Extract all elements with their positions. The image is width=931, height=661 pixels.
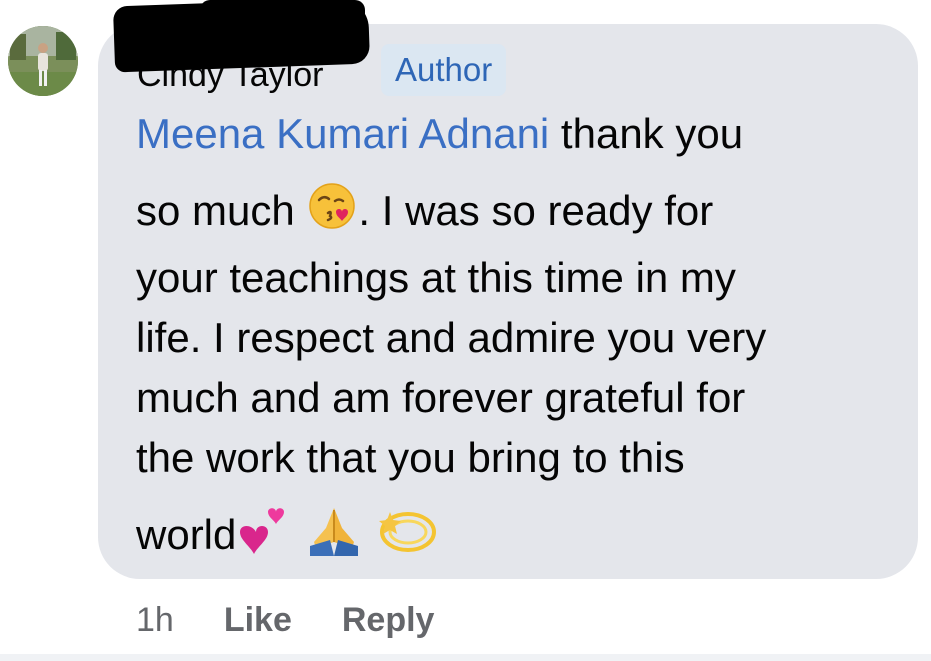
mention-link[interactable]: Meena Kumari Adnani: [136, 110, 549, 157]
folded-hands-icon: [304, 502, 364, 574]
author-badge: Author: [381, 44, 507, 96]
dizzy-star-icon: [376, 502, 438, 574]
comment-text-segment: world: [136, 511, 237, 559]
redaction-mark-top: [200, 0, 365, 30]
comment-line-2: so much . I was so ready for: [136, 180, 896, 248]
comment-text-segment: thank you: [549, 110, 744, 157]
two-hearts-icon: [236, 502, 292, 574]
comment-actions: 1h Like Reply: [136, 598, 434, 642]
reply-button[interactable]: Reply: [342, 601, 435, 640]
comment-body: Meena Kumari Adnani thank you so much . …: [136, 104, 896, 574]
comment-line-1: Meena Kumari Adnani thank you: [136, 104, 896, 164]
bottom-divider: [0, 654, 931, 661]
comment-text-segment: so much: [136, 187, 295, 235]
comment-line-5: much and am forever grateful for: [136, 374, 746, 421]
avatar[interactable]: [8, 26, 78, 96]
kissing-face-with-heart-icon: [306, 180, 358, 248]
comment-line-6: the work that you bring to this: [136, 434, 685, 481]
like-button[interactable]: Like: [224, 601, 292, 640]
comment-thread: Cindy Taylor Author Meena Kumari Adnani …: [0, 0, 931, 661]
avatar-photo-icon: [8, 26, 78, 96]
comment-text-segment: . I was so ready for: [358, 187, 714, 235]
comment-line-7: world: [136, 502, 896, 574]
comment-timestamp[interactable]: 1h: [136, 601, 174, 640]
comment-line-4: life. I respect and admire you very: [136, 314, 767, 361]
comment-line-3: your teachings at this time in my: [136, 254, 736, 301]
